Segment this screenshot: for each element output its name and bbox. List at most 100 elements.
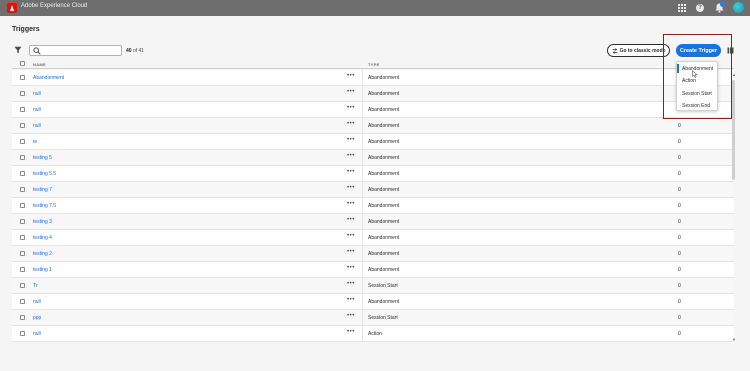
table-row[interactable]: Tr ••• Session Start 0 <box>12 278 734 294</box>
table-row[interactable]: testing 4 ••• Abandonment 0 <box>12 230 734 246</box>
more-options-icon[interactable]: ••• <box>347 185 355 191</box>
filter-icon[interactable] <box>14 46 22 54</box>
table-row[interactable]: null ••• Abandonment <box>12 86 734 102</box>
trigger-name-link[interactable]: Tr <box>33 283 38 289</box>
table-row[interactable]: null•••Abandonment0 <box>12 118 734 134</box>
more-options-icon[interactable]: ••• <box>347 201 355 207</box>
user-avatar[interactable] <box>733 2 744 13</box>
more-options-icon[interactable]: ••• <box>347 169 355 175</box>
table-row[interactable]: null•••Abandonment0 <box>12 294 734 310</box>
row-checkbox[interactable] <box>20 315 25 320</box>
trigger-count: 0 <box>678 235 681 241</box>
trigger-name-link[interactable]: testing 7.5 <box>33 203 56 209</box>
trigger-name-link[interactable]: testing 3 <box>33 219 52 225</box>
trigger-type: Abandonment <box>368 75 400 81</box>
trigger-name-link[interactable]: null <box>33 299 41 305</box>
more-options-icon[interactable]: ••• <box>347 105 355 111</box>
column-divider <box>362 326 363 342</box>
row-checkbox[interactable] <box>20 235 25 240</box>
table-header: NAME TYPE <box>12 60 734 69</box>
table-row[interactable]: ppp ••• Session Start 0 <box>12 310 734 326</box>
more-options-icon[interactable]: ••• <box>347 329 355 335</box>
more-options-icon[interactable]: ••• <box>347 153 355 159</box>
trigger-name-link[interactable]: ppp <box>33 315 41 321</box>
table-row[interactable]: testing 7.5 ••• Abandonment 0 <box>12 198 734 214</box>
trigger-name-link[interactable]: testing 1 <box>33 267 52 273</box>
table-row[interactable]: te ••• Abandonment 0 <box>12 134 734 150</box>
trigger-name-link[interactable]: te <box>33 139 37 145</box>
row-checkbox[interactable] <box>20 331 25 336</box>
apps-grid-icon[interactable] <box>677 3 687 13</box>
row-checkbox[interactable] <box>20 107 25 112</box>
go-to-classic-mode-button[interactable]: Go to classic mode <box>607 44 670 57</box>
classic-mode-label: Go to classic mode <box>619 47 666 54</box>
column-header-name[interactable]: NAME <box>33 62 46 67</box>
table-row[interactable]: testing 5 ••• Abandonment 0 <box>12 150 734 166</box>
trigger-type: Abandonment <box>368 267 400 273</box>
row-checkbox[interactable] <box>20 251 25 256</box>
table-row[interactable]: null•••Abandonment0 <box>12 102 734 118</box>
trigger-count: 0 <box>678 203 681 209</box>
trigger-name-link[interactable]: null <box>33 91 41 97</box>
table-row[interactable]: Abandonment ••• Abandonment <box>12 70 734 86</box>
trigger-count: 0 <box>678 139 681 145</box>
scroll-down-arrow[interactable]: ▼ <box>732 337 736 342</box>
row-checkbox[interactable] <box>20 299 25 304</box>
row-checkbox[interactable] <box>20 155 25 160</box>
adobe-logo-icon[interactable] <box>7 3 17 13</box>
more-options-icon[interactable]: ••• <box>347 249 355 255</box>
more-options-icon[interactable]: ••• <box>347 297 355 303</box>
row-checkbox[interactable] <box>20 75 25 80</box>
table-row[interactable]: testing 3 ••• Abandonment 0 <box>12 214 734 230</box>
more-options-icon[interactable]: ••• <box>347 121 355 127</box>
trigger-type: Abandonment <box>368 139 400 145</box>
column-divider <box>362 70 363 86</box>
trigger-count: 0 <box>678 331 681 337</box>
count-shown: 40 <box>126 48 132 54</box>
row-checkbox[interactable] <box>20 123 25 128</box>
row-checkbox[interactable] <box>20 91 25 96</box>
more-options-icon[interactable]: ••• <box>347 73 355 79</box>
trigger-name-link[interactable]: testing 5 <box>33 155 52 161</box>
trigger-type: Abandonment <box>368 251 400 257</box>
trigger-name-link[interactable]: testing 5.5 <box>33 171 56 177</box>
more-options-icon[interactable]: ••• <box>347 137 355 143</box>
select-all-checkbox[interactable] <box>20 61 25 66</box>
row-checkbox[interactable] <box>20 219 25 224</box>
search-input[interactable] <box>44 47 119 54</box>
row-checkbox[interactable] <box>20 267 25 272</box>
trigger-type: Abandonment <box>368 155 400 161</box>
row-checkbox[interactable] <box>20 203 25 208</box>
table-row[interactable]: testing 5.5 ••• Abandonment 0 <box>12 166 734 182</box>
row-checkbox[interactable] <box>20 171 25 176</box>
column-header-type[interactable]: TYPE <box>368 62 380 67</box>
row-checkbox[interactable] <box>20 187 25 192</box>
trigger-count: 0 <box>678 283 681 289</box>
more-options-icon[interactable]: ••• <box>347 217 355 223</box>
trigger-name-link[interactable]: testing 7 <box>33 187 52 193</box>
app-title[interactable]: Adobe Experience Cloud <box>21 3 87 9</box>
table-row[interactable]: testing 1 ••• Abandonment 0 <box>12 262 734 278</box>
column-divider <box>362 310 363 326</box>
table-row[interactable]: testing 7 ••• Abandonment 0 <box>12 182 734 198</box>
more-options-icon[interactable]: ••• <box>347 89 355 95</box>
scroll-up-arrow[interactable]: ▲ <box>732 72 736 77</box>
trigger-name-link[interactable]: null <box>33 331 41 337</box>
help-icon[interactable]: ? <box>695 3 705 13</box>
row-checkbox[interactable] <box>20 283 25 288</box>
trigger-name-link[interactable]: Abandonment <box>33 75 64 81</box>
trigger-name-link[interactable]: null <box>33 107 41 113</box>
table-row[interactable]: null ••• Action 0 <box>12 326 734 342</box>
trigger-name-link[interactable]: testing 2 <box>33 251 52 257</box>
column-divider <box>362 118 363 134</box>
search-field[interactable] <box>29 45 122 56</box>
more-options-icon[interactable]: ••• <box>347 265 355 271</box>
trigger-name-link[interactable]: testing 4 <box>33 235 52 241</box>
trigger-name-link[interactable]: null <box>33 123 41 129</box>
scrollbar-thumb[interactable] <box>732 80 735 180</box>
more-options-icon[interactable]: ••• <box>347 281 355 287</box>
more-options-icon[interactable]: ••• <box>347 233 355 239</box>
table-row[interactable]: testing 2 ••• Abandonment 0 <box>12 246 734 262</box>
row-checkbox[interactable] <box>20 139 25 144</box>
more-options-icon[interactable]: ••• <box>347 313 355 319</box>
